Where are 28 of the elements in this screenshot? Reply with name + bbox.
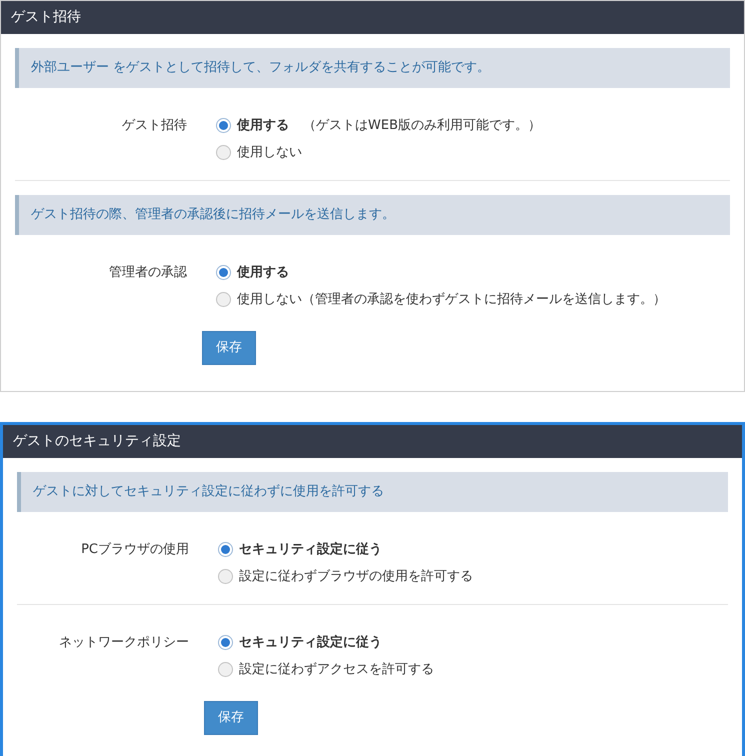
option-label: 設定に従わずブラウザの使用を許可する [239,568,473,586]
save-button[interactable]: 保存 [202,331,256,365]
setting-label: 管理者の承認 [109,265,187,280]
radio-button[interactable] [216,145,231,160]
option-label: 使用する [237,116,289,135]
option-label: 使用しない（管理者の承認を使わずゲストに招待メールを送信します。） [237,290,666,309]
info-text: ゲストに対してセキュリティ設定に従わずに使用を許可する [33,483,384,502]
setting-label: ゲスト招待 [122,118,187,133]
setting-label: ネットワークポリシー [59,635,189,650]
option-label: セキュリティ設定に従う [239,540,382,559]
option-note: （ゲストはWEB版のみ利用可能です。） [303,116,541,135]
option-label: 使用する [237,264,289,282]
option-label: 使用しない [237,144,302,162]
radio-button[interactable] [216,292,231,307]
option-label: セキュリティ設定に従う [239,634,382,652]
option-label: 設定に従わずアクセスを許可する [239,660,434,679]
info-text: 外部ユーザー をゲストとして招待して、フォルダを共有することが可能です。 [31,59,490,78]
panel-title: ゲスト招待 [11,8,81,27]
radio-button[interactable] [218,662,233,677]
radio-button[interactable] [216,265,231,280]
setting-label: PCブラウザの使用 [81,542,189,557]
radio-button[interactable] [218,635,233,650]
panel-title: ゲストのセキュリティ設定 [13,432,181,451]
radio-button[interactable] [218,542,233,557]
info-text: ゲスト招待の際、管理者の承認後に招待メールを送信します。 [31,206,395,224]
radio-button[interactable] [218,569,233,584]
save-button[interactable]: 保存 [204,701,258,735]
radio-button[interactable] [216,118,231,133]
